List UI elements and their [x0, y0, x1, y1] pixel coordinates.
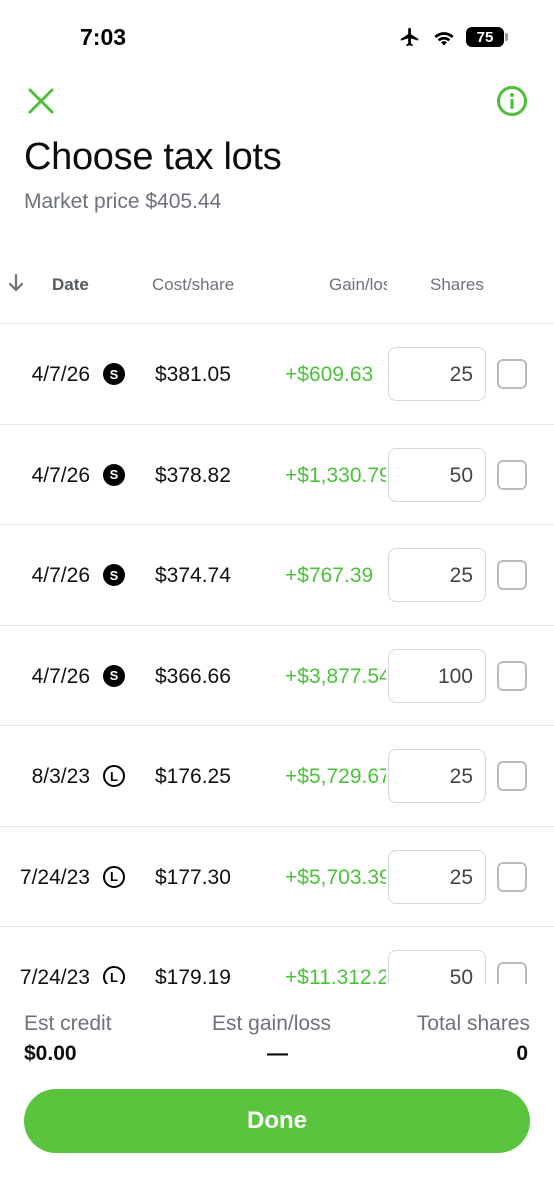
short-term-icon: S: [103, 664, 125, 687]
long-term-icon: L: [103, 865, 125, 888]
lot-shares-value: 50: [449, 463, 473, 487]
status-bar: 7:03 75: [0, 0, 554, 74]
est-credit-value: $0.00: [24, 1042, 77, 1065]
lot-cost-per-share: $177.30: [155, 865, 231, 889]
status-icons: 75: [398, 26, 508, 48]
lot-cost-per-share: $176.25: [155, 765, 231, 788]
lot-shares-input[interactable]: 25: [388, 347, 486, 401]
lot-checkbox[interactable]: [497, 962, 527, 984]
est-gain-loss-label: Est gain/loss: [212, 1012, 332, 1035]
lot-date: 4/7/26: [31, 463, 90, 487]
battery-icon: 75: [466, 27, 508, 47]
airplane-icon: [400, 27, 419, 47]
lot-gain-cell: +$3,877.54: [262, 663, 386, 691]
lot-gain-cell: +$1,330.79: [262, 462, 386, 490]
lot-shares-input[interactable]: 25: [388, 548, 486, 602]
table-header: Date Cost/share Gain/loss Shares: [0, 262, 554, 324]
short-term-icon: S: [103, 564, 125, 586]
est-credit-label: Est credit: [24, 1012, 112, 1035]
lot-checkbox[interactable]: [497, 861, 527, 892]
lot-gain-cell: +$5,729.67: [262, 763, 386, 791]
lot-gain: +$609.63: [285, 363, 374, 386]
lot-shares-value: 25: [449, 363, 473, 386]
lot-shares-input[interactable]: 25: [388, 749, 486, 803]
lot-gain: +$5,703.39: [285, 865, 386, 889]
column-header-cost[interactable]: Cost/share: [152, 275, 234, 295]
close-icon[interactable]: [26, 86, 56, 116]
est-gain-loss-value: —: [267, 1042, 288, 1065]
summary-footer: Est credit $0.00 Est gain/loss — Total s…: [0, 984, 554, 1200]
lot-gain-cell: +$609.63: [262, 361, 386, 389]
lot-gain-cell: +$11,312.26: [262, 964, 386, 984]
tax-lot-list[interactable]: 4/7/26 S $381.05 +$609.63 25 4/7/26 S $3…: [0, 324, 554, 984]
page-title: Choose tax lots: [24, 136, 282, 178]
lot-cost-per-share: $374.74: [155, 564, 231, 587]
tax-lot-row[interactable]: 8/3/23 L $176.25 +$5,729.67 25: [0, 726, 554, 827]
wifi-icon: [434, 32, 454, 46]
lot-cost-per-share: $381.05: [155, 363, 231, 386]
short-term-icon: S: [103, 363, 125, 385]
sort-arrow-down-icon[interactable]: [6, 272, 26, 294]
lot-date: 4/7/26: [31, 363, 90, 386]
battery-tip: [505, 33, 508, 41]
lot-checkbox[interactable]: [497, 359, 527, 389]
tax-lot-row[interactable]: 7/24/23 L $179.19 +$11,312.26 50: [0, 927, 554, 984]
column-header-shares[interactable]: Shares: [430, 275, 484, 295]
short-term-icon: S: [103, 463, 125, 486]
status-time: 7:03: [80, 24, 127, 50]
lot-date: 7/24/23: [19, 865, 90, 889]
lot-shares-value: 100: [437, 664, 473, 688]
lot-shares-input[interactable]: 100: [388, 648, 486, 703]
lot-gain: +$3,877.54: [285, 664, 386, 688]
lot-shares-value: 25: [449, 865, 473, 889]
lot-shares-value: 25: [449, 564, 473, 587]
done-button[interactable]: Done: [24, 1089, 530, 1153]
lot-gain: +$1,330.79: [285, 463, 386, 487]
tax-lot-row[interactable]: 4/7/26 S $374.74 +$767.39 25: [0, 525, 554, 626]
lot-cost-per-share: $366.66: [155, 664, 231, 688]
tax-lot-row[interactable]: 4/7/26 S $366.66 +$3,877.54 100: [0, 626, 554, 726]
lot-checkbox[interactable]: [497, 560, 527, 590]
lot-gain: +$5,729.67: [285, 765, 386, 788]
column-header-gain[interactable]: Gain/loss: [329, 275, 387, 295]
lot-gain: +$767.39: [285, 564, 374, 587]
lot-cost-per-share: $179.19: [155, 966, 231, 984]
lot-date: 4/7/26: [31, 664, 90, 688]
lot-checkbox[interactable]: [497, 761, 527, 791]
market-price: Market price $405.44: [24, 190, 222, 213]
battery-level: 75: [476, 28, 494, 46]
lot-shares-value: 25: [449, 765, 473, 788]
tax-lot-row[interactable]: 7/24/23 L $177.30 +$5,703.39 25: [0, 827, 554, 927]
long-term-icon: L: [103, 765, 125, 787]
lot-shares-input[interactable]: 25: [388, 849, 486, 904]
total-shares-label: Total shares: [416, 1012, 530, 1035]
lot-date: 4/7/26: [31, 564, 90, 587]
lot-shares-input[interactable]: 50: [388, 950, 486, 984]
lot-shares-input[interactable]: 50: [388, 447, 486, 502]
total-shares-value: 0: [516, 1042, 528, 1065]
lot-gain-cell: +$5,703.39: [262, 864, 386, 892]
long-term-icon: L: [103, 966, 125, 984]
column-header-date[interactable]: Date: [52, 275, 89, 295]
lot-checkbox[interactable]: [497, 660, 527, 691]
lot-date: 8/3/23: [31, 765, 90, 788]
lot-checkbox[interactable]: [497, 459, 527, 490]
lot-gain-cell: +$767.39: [262, 562, 386, 590]
lot-date: 7/24/23: [19, 966, 90, 984]
tax-lot-row[interactable]: 4/7/26 S $381.05 +$609.63 25: [0, 324, 554, 425]
info-icon[interactable]: [496, 85, 528, 117]
lot-cost-per-share: $378.82: [155, 463, 231, 487]
tax-lot-row[interactable]: 4/7/26 S $378.82 +$1,330.79 50: [0, 425, 554, 525]
lot-gain: +$11,312.26: [285, 966, 386, 984]
lot-shares-value: 50: [449, 966, 473, 984]
